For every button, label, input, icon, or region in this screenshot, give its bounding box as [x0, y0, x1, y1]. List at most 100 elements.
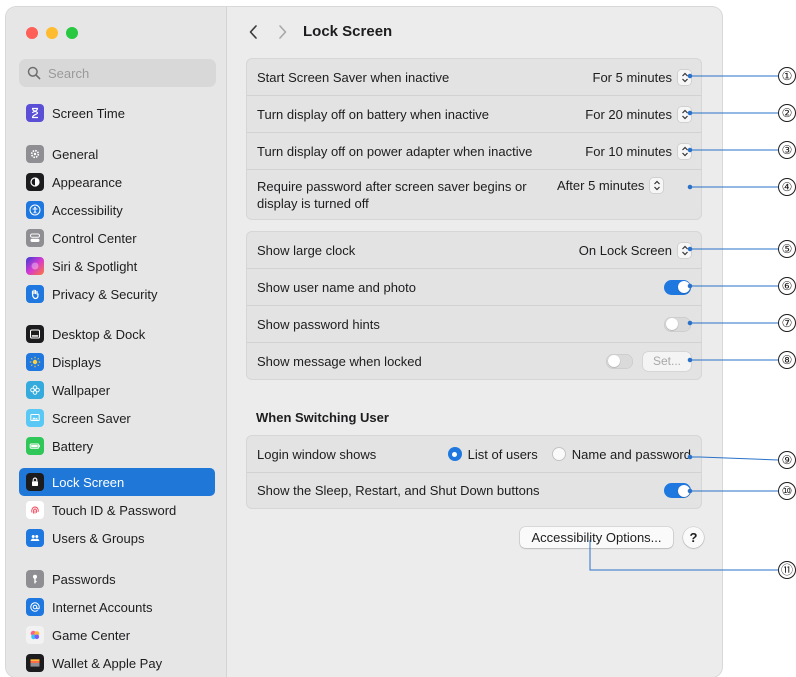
large-clock-popup[interactable]: On Lock Screen: [578, 242, 691, 258]
user-name-row: Show user name and photo: [247, 268, 701, 305]
sidebar-item-label: Lock Screen: [52, 474, 125, 490]
sidebar-item-desktop-dock[interactable]: Desktop & Dock: [19, 320, 215, 348]
users-icon: [26, 529, 44, 547]
search-input[interactable]: [46, 64, 210, 82]
dock-icon: [26, 325, 44, 343]
callout-number: ⑨: [778, 451, 796, 469]
sidebar: Screen Time General Appearance Accessibi…: [6, 7, 227, 677]
callout-number: ⑧: [778, 351, 796, 369]
wallpaper-icon: [26, 381, 44, 399]
sidebar-item-label: Screen Time: [52, 105, 125, 121]
page-title: Lock Screen: [303, 23, 393, 40]
row-label: Turn display off on power adapter when i…: [257, 143, 533, 159]
sidebar-item-touch-id[interactable]: Touch ID & Password: [19, 496, 215, 524]
screen-saver-icon: [26, 409, 44, 427]
sidebar-item-displays[interactable]: Displays: [19, 348, 215, 376]
display-battery-popup[interactable]: For 20 minutes: [585, 106, 691, 122]
close-button[interactable]: [26, 27, 38, 39]
accessibility-options-button[interactable]: Accessibility Options...: [520, 527, 673, 548]
display-power-popup[interactable]: For 10 minutes: [585, 143, 691, 159]
radio-label: List of users: [467, 446, 538, 462]
sidebar-item-siri[interactable]: Siri & Spotlight: [19, 252, 215, 280]
radio-label: Name and password: [571, 446, 691, 462]
window-controls: [26, 27, 78, 39]
callout-number: ⑤: [778, 240, 796, 258]
callout-number: ⑪: [778, 561, 796, 579]
radio-selected-indicator: [447, 447, 462, 461]
require-password-row: Require password after screen saver begi…: [247, 169, 701, 219]
sidebar-item-label: Appearance: [52, 174, 123, 190]
password-hints-toggle[interactable]: [664, 316, 691, 332]
sidebar-item-wallpaper[interactable]: Wallpaper: [19, 376, 215, 404]
message-toggle[interactable]: [606, 353, 633, 369]
sidebar-item-label: Game Center: [52, 627, 131, 643]
chevron-up-down-icon: [678, 143, 691, 159]
zoom-button[interactable]: [66, 27, 78, 39]
sidebar-item-general[interactable]: General: [19, 140, 215, 168]
row-label: Show message when locked: [257, 353, 422, 369]
control-center-icon: [26, 229, 44, 247]
row-label: Show password hints: [257, 316, 380, 332]
popup-value: After 5 minutes: [557, 178, 645, 193]
switching-user-group: Login window shows List of users Name an…: [246, 435, 702, 509]
back-icon[interactable]: [247, 24, 261, 40]
chevron-up-down-icon: [678, 242, 691, 258]
radio-list-of-users[interactable]: List of users: [447, 446, 538, 462]
sidebar-item-screen-saver[interactable]: Screen Saver: [19, 404, 215, 432]
sidebar-item-label: Control Center: [52, 230, 137, 246]
sidebar-item-label: Accessibility: [52, 202, 123, 218]
sidebar-item-label: Wallpaper: [52, 382, 111, 398]
login-window-radio-group: List of users Name and password: [447, 446, 691, 462]
popup-value: On Lock Screen: [578, 242, 672, 258]
callout-number: ⑥: [778, 277, 796, 295]
sidebar-item-passwords[interactable]: Passwords: [19, 565, 215, 593]
help-button[interactable]: ?: [683, 527, 704, 548]
sidebar-item-lock-screen[interactable]: Lock Screen: [19, 468, 215, 496]
row-label: Require password after screen saver begi…: [257, 178, 527, 211]
accessibility-icon: [26, 201, 44, 219]
sidebar-item-label: Desktop & Dock: [52, 326, 146, 342]
callout-number: ②: [778, 104, 796, 122]
callout-number: ①: [778, 67, 796, 85]
set-message-button[interactable]: Set...: [643, 351, 691, 371]
sidebar-item-screen-time[interactable]: Screen Time: [19, 99, 215, 127]
lock-display-group: Show large clock On Lock Screen Show use…: [246, 231, 702, 380]
appearance-icon: [26, 173, 44, 191]
sidebar-item-label: General: [52, 146, 99, 162]
search-icon: [27, 66, 41, 80]
sidebar-item-label: Battery: [52, 438, 94, 454]
gear-icon: [26, 145, 44, 163]
hourglass-icon: [26, 104, 44, 122]
sidebar-item-label: Internet Accounts: [52, 599, 153, 615]
settings-window: Screen Time General Appearance Accessibi…: [6, 7, 722, 677]
sidebar-item-label: Siri & Spotlight: [52, 258, 138, 274]
sidebar-item-battery[interactable]: Battery: [19, 432, 215, 460]
minimize-button[interactable]: [46, 27, 58, 39]
user-name-toggle[interactable]: [664, 279, 691, 295]
require-password-popup[interactable]: After 5 minutes: [557, 178, 664, 193]
power-buttons-toggle[interactable]: [664, 483, 691, 498]
sidebar-item-appearance[interactable]: Appearance: [19, 168, 215, 196]
screen-saver-popup[interactable]: For 5 minutes: [592, 69, 691, 85]
sidebar-item-users-groups[interactable]: Users & Groups: [19, 524, 215, 552]
sidebar-item-privacy[interactable]: Privacy & Security: [19, 280, 215, 308]
sidebar-item-label: Displays: [52, 354, 102, 370]
search-field[interactable]: [19, 59, 216, 87]
forward-icon[interactable]: [275, 24, 289, 40]
sidebar-item-label: Screen Saver: [52, 410, 131, 426]
chevron-up-down-icon: [678, 69, 691, 85]
sidebar-item-wallet[interactable]: Wallet & Apple Pay: [19, 649, 215, 677]
large-clock-row: Show large clock On Lock Screen: [247, 232, 701, 268]
radio-name-and-password[interactable]: Name and password: [551, 446, 691, 462]
sidebar-item-accessibility[interactable]: Accessibility: [19, 196, 215, 224]
popup-value: For 20 minutes: [585, 106, 672, 122]
message-row: Show message when locked Set...: [247, 342, 701, 379]
sidebar-item-internet-accounts[interactable]: Internet Accounts: [19, 593, 215, 621]
wallet-icon: [26, 654, 44, 672]
sidebar-item-game-center[interactable]: Game Center: [19, 621, 215, 649]
power-settings-group: Start Screen Saver when inactive For 5 m…: [246, 58, 702, 220]
display-battery-row: Turn display off on battery when inactiv…: [247, 95, 701, 132]
fingerprint-icon: [26, 501, 44, 519]
popup-value: For 5 minutes: [592, 69, 672, 85]
sidebar-item-control-center[interactable]: Control Center: [19, 224, 215, 252]
